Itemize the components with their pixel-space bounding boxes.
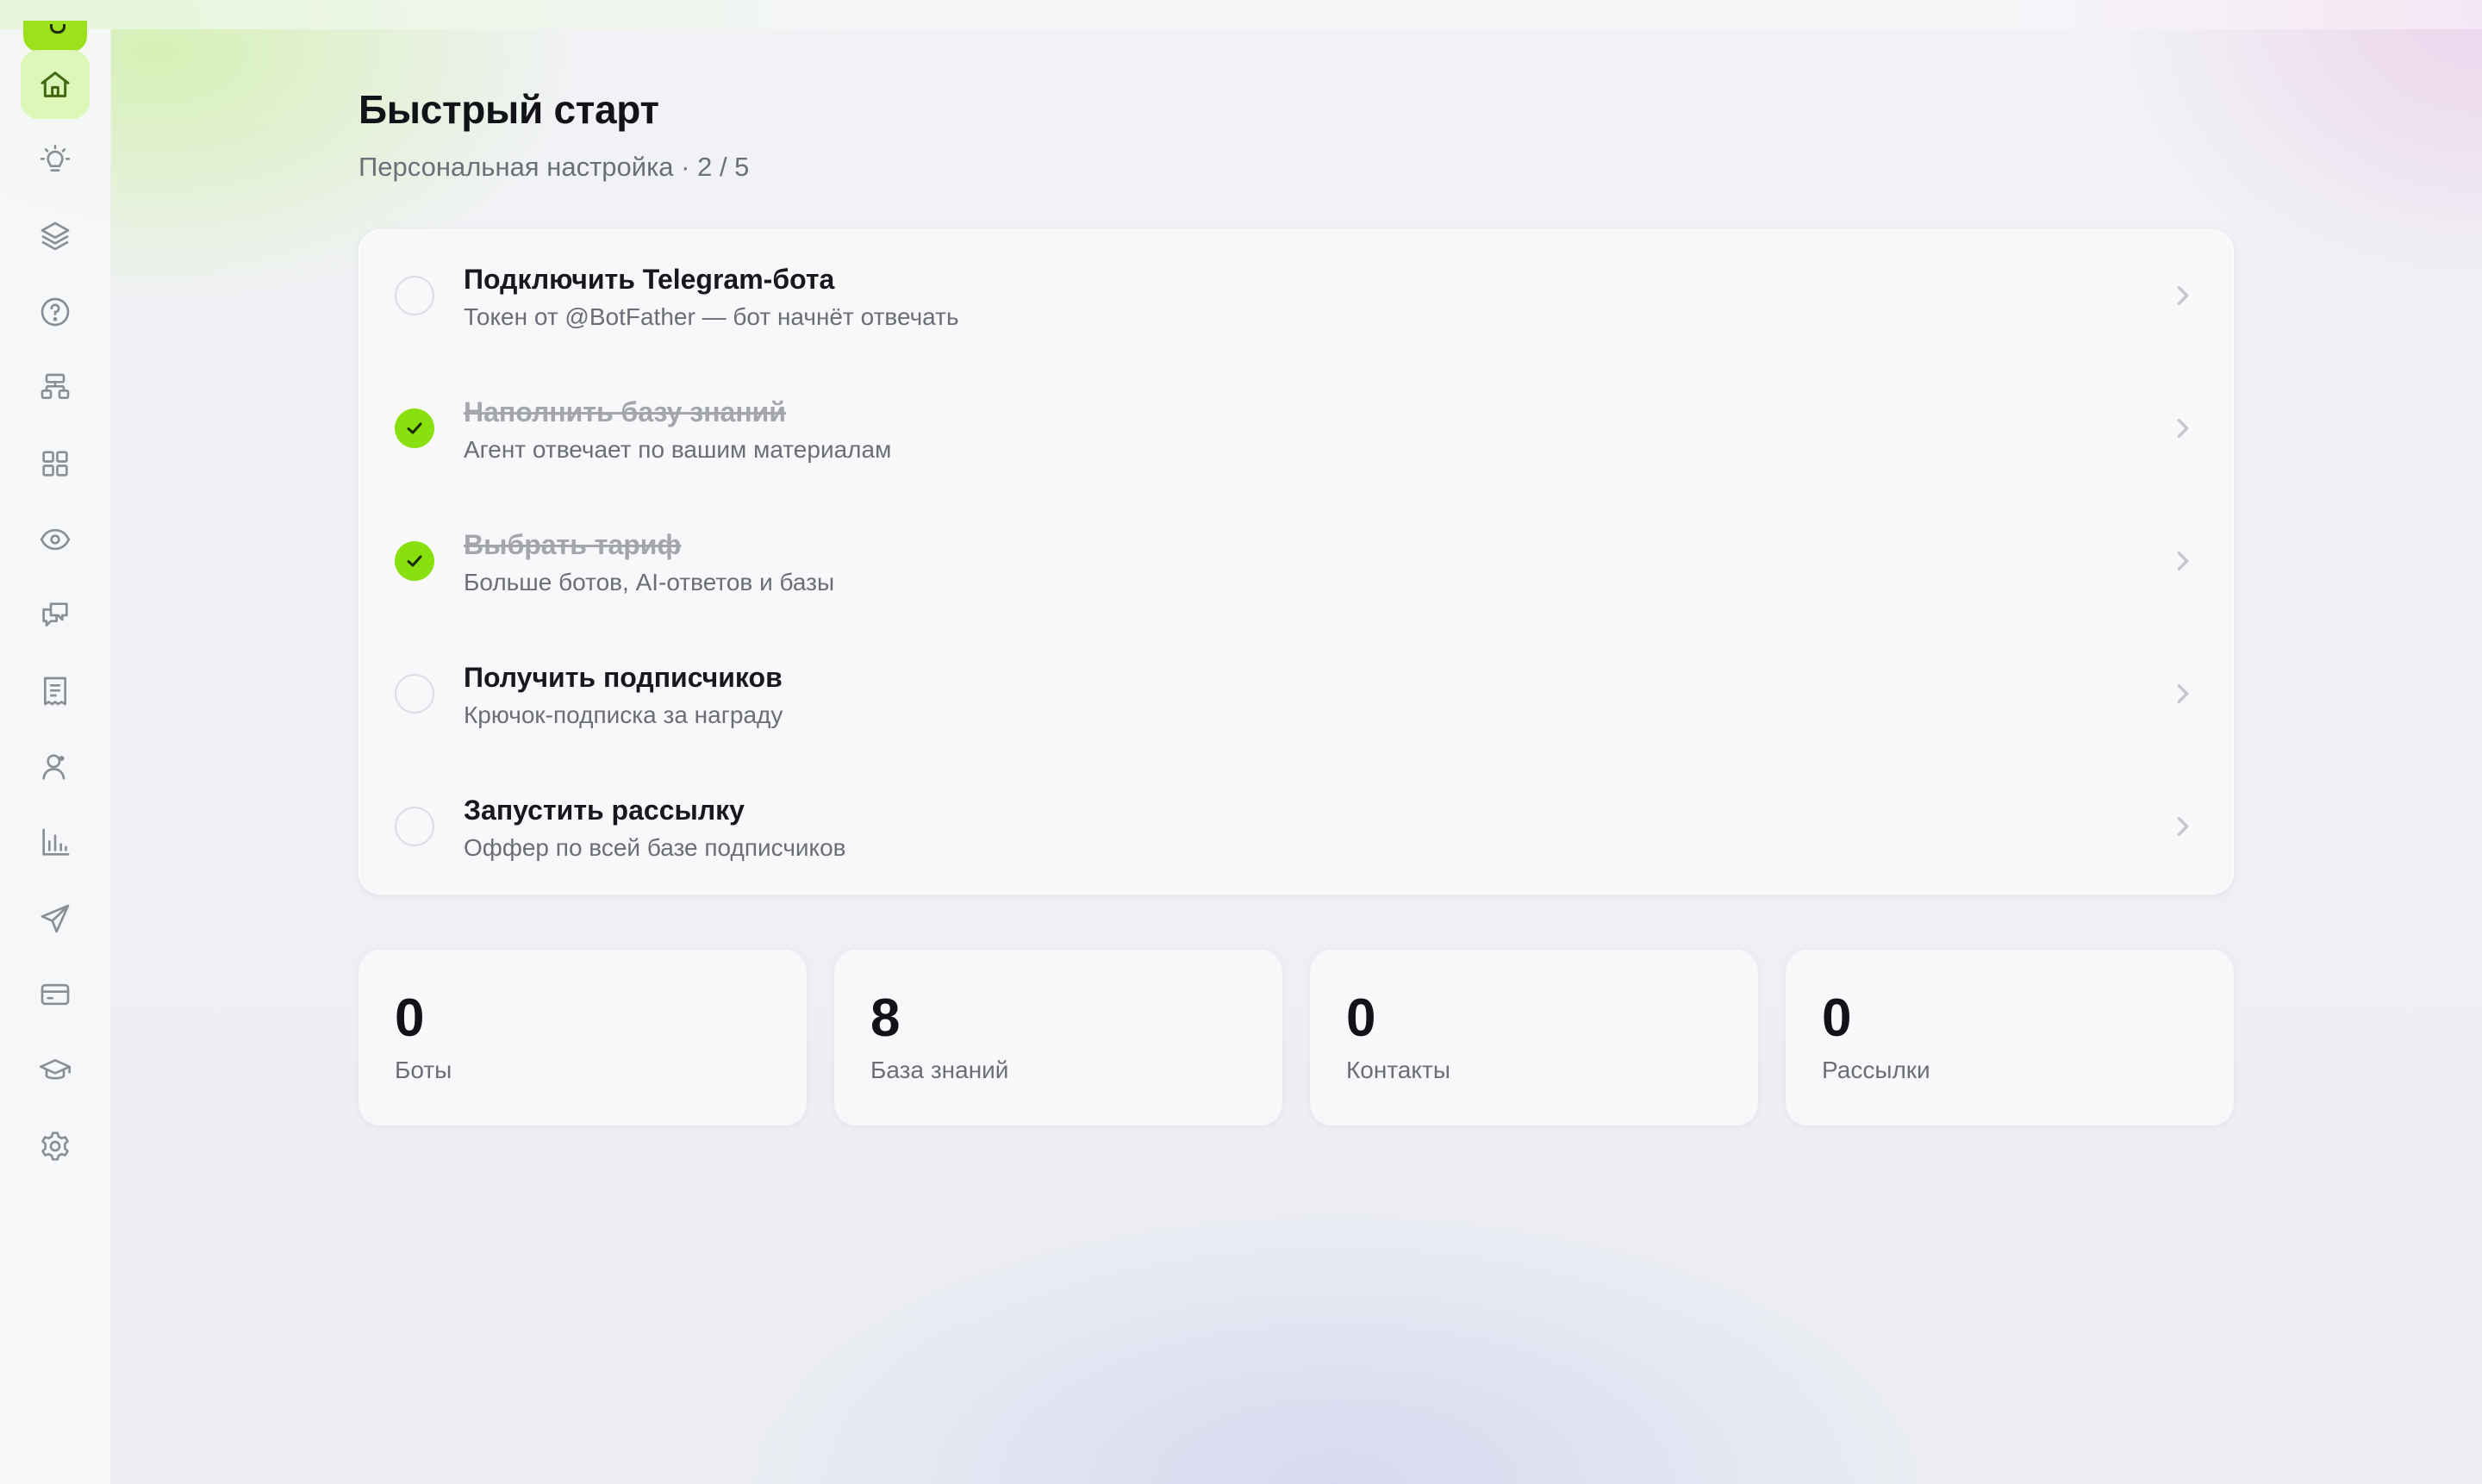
- settings-gear-icon: [41, 1132, 69, 1161]
- checked-circle-icon[interactable]: [395, 408, 434, 448]
- stat-card-knowledge-base[interactable]: 8 База знаний: [834, 950, 1282, 1125]
- sidebar-item-broadcasts[interactable]: [21, 884, 90, 953]
- layers-icon: [41, 221, 70, 251]
- app-logo[interactable]: [23, 21, 87, 52]
- graduation-cap-icon: [40, 1059, 71, 1080]
- lightbulb-icon: [40, 145, 71, 171]
- sidebar-item-documents[interactable]: [21, 657, 90, 726]
- grid-icon: [42, 451, 68, 477]
- task-description: Токен от @BotFather — бот начнёт отвечат…: [464, 303, 959, 330]
- stat-card-contacts[interactable]: 0 Контакты: [1310, 950, 1758, 1125]
- credit-card-icon: [41, 983, 70, 1006]
- unchecked-circle-icon[interactable]: [395, 674, 434, 714]
- home-icon: [41, 72, 70, 97]
- top-bar: [0, 0, 2482, 29]
- stat-card-bots[interactable]: 0 Боты: [359, 950, 807, 1125]
- task-title: Подключить Telegram-бота: [464, 264, 835, 295]
- task-description: Агент отвечает по вашим материалам: [464, 436, 892, 463]
- chevron-right-icon: [2177, 285, 2189, 306]
- chevron-right-icon: [2177, 418, 2189, 439]
- sidebar-item-analytics[interactable]: [21, 808, 90, 877]
- task-description: Крючок-подписка за награду: [464, 701, 783, 728]
- checklist-item-knowledge-base[interactable]: Наполнить базу знаний Агент отвечает по …: [359, 362, 2234, 495]
- stat-label: Рассылки: [1822, 1057, 1930, 1083]
- stat-label: База знаний: [870, 1057, 1009, 1083]
- task-description: Оффер по всей базе подписчиков: [464, 834, 846, 861]
- sidebar-item-view[interactable]: [21, 505, 90, 574]
- sidebar-item-users[interactable]: [21, 733, 90, 801]
- setup-progress: Персональная настройка · 2 / 5: [359, 152, 750, 182]
- chevron-right-icon: [2177, 816, 2189, 837]
- sidebar-item-help[interactable]: [21, 277, 90, 346]
- stat-value: 0: [1346, 988, 1376, 1048]
- checklist-item-plan[interactable]: Выбрать тариф Больше ботов, AI-ответов и…: [359, 495, 2234, 627]
- chevron-right-icon: [2177, 551, 2189, 571]
- sidebar-item-home[interactable]: [21, 50, 90, 119]
- checklist-item-subscribers[interactable]: Получить подписчиков Крючок-подписка за …: [359, 627, 2234, 760]
- sidebar-item-flows[interactable]: [21, 353, 90, 422]
- chevron-right-icon: [2177, 683, 2189, 704]
- page-title: Быстрый старт: [359, 87, 659, 132]
- flow-diagram-icon: [41, 373, 70, 399]
- checklist-item-broadcast[interactable]: Запустить рассылку Оффер по всей базе по…: [359, 760, 2234, 893]
- sidebar-item-billing[interactable]: [21, 960, 90, 1029]
- task-title: Получить подписчиков: [464, 662, 783, 693]
- help-circle-icon: [41, 297, 70, 327]
- user-icon: [42, 754, 65, 780]
- unchecked-circle-icon[interactable]: [395, 276, 434, 315]
- task-description: Больше ботов, AI-ответов и базы: [464, 569, 835, 595]
- stat-card-broadcasts[interactable]: 0 Рассылки: [1786, 950, 2234, 1125]
- send-icon: [41, 904, 70, 933]
- sidebar-item-ideas[interactable]: [21, 126, 90, 195]
- bar-chart-icon: [42, 828, 70, 856]
- stat-label: Контакты: [1346, 1057, 1450, 1083]
- eye-icon: [40, 528, 71, 551]
- stat-value: 8: [870, 988, 901, 1048]
- sidebar-item-layers[interactable]: [21, 202, 90, 271]
- stat-value: 0: [1822, 988, 1852, 1048]
- logo-mark: [50, 24, 65, 34]
- quick-start-checklist: Подключить Telegram-бота Токен от @BotFa…: [359, 229, 2234, 895]
- sidebar: [0, 21, 111, 1484]
- sidebar-item-academy[interactable]: [21, 1036, 90, 1105]
- task-title: Выбрать тариф: [464, 529, 682, 560]
- sidebar-item-settings[interactable]: [21, 1112, 90, 1181]
- stat-value: 0: [395, 988, 425, 1048]
- checklist-item-connect-bot[interactable]: Подключить Telegram-бота Токен от @BotFa…: [359, 229, 2234, 362]
- sidebar-item-chats[interactable]: [21, 581, 90, 650]
- chat-bubbles-icon: [42, 602, 68, 627]
- checked-circle-icon[interactable]: [395, 541, 434, 581]
- stat-label: Боты: [395, 1057, 452, 1083]
- sidebar-item-apps[interactable]: [21, 429, 90, 498]
- task-title: Наполнить базу знаний: [464, 396, 786, 427]
- receipt-icon: [44, 677, 66, 706]
- task-title: Запустить рассылку: [464, 795, 745, 826]
- unchecked-circle-icon[interactable]: [395, 807, 434, 846]
